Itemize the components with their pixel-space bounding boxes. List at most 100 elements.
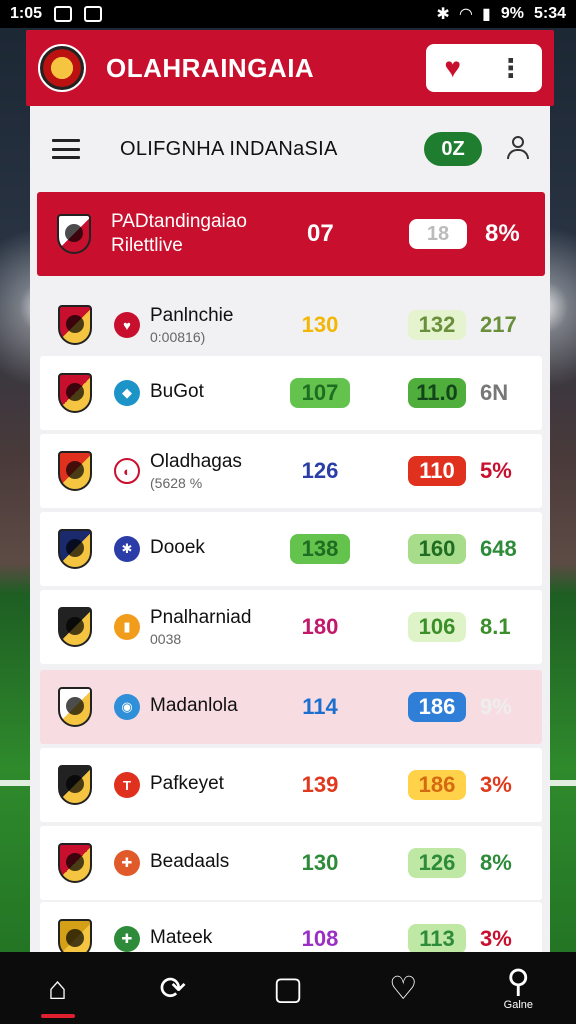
stat-value-2: 160 [408,534,466,564]
stat-value-2: 186 [408,692,466,722]
table-row[interactable]: ◆ BuGot 107 11.0 6N [40,356,542,430]
status-clock-right: 5:34 [533,5,566,22]
team-crest-icon [58,843,92,883]
stat-value-3: 9% [480,694,512,719]
featured-value-3: 8% [485,220,520,247]
nav-item-profile[interactable]: ⚲ Galne [478,952,558,1024]
table-row[interactable]: ✚ Beadaals 130 126 8% [40,826,542,900]
team-crest-icon [58,305,92,345]
bottom-navigation: ⌂ ⟳ ▢ ♡ ⚲ Galne [0,952,576,1024]
stat-value-2: 106 [408,612,466,642]
gallery-icon [84,6,103,22]
toolbar: OLIFGNHA INDANaSIA 0Z [30,106,550,192]
team-badge-icon: ✱ [114,536,140,562]
stat-value-1: 138 [290,534,350,564]
team-badge-icon: ✚ [114,850,140,876]
team-crest-icon [58,451,92,491]
team-crest-icon [58,607,92,647]
table-row[interactable]: ✱ Dooek 138 160 648 [40,512,542,586]
team-badge-icon: ♥ [114,312,140,338]
team-name: Mateek [150,927,213,948]
nav-item-heart[interactable]: ♡ [363,952,443,1024]
team-crest-icon [58,765,92,805]
battery-level: 9% [500,5,524,22]
table-row[interactable]: ✚ Mateek 108 113 3% [40,902,542,952]
table-row[interactable]: ▮ Pnalharniad 0038 180 106 8.1 [40,590,542,664]
team-crest-icon [58,373,92,413]
favorite-heart-icon[interactable]: ♥ [444,54,461,82]
team-crest-icon [58,919,92,952]
stat-value-1: 108 [301,926,339,951]
stat-value-3: 3% [480,772,512,797]
team-name: Madanlola [150,695,238,716]
stat-value-1: 139 [301,772,339,797]
team-crest-icon [58,687,92,727]
team-subtitle: (5628 % [150,475,203,491]
team-badge-icon: ▮ [114,614,140,640]
stat-value-3: 6N [480,380,509,405]
team-badge-icon: ◉ [114,694,140,720]
nav-label: Galne [503,999,534,1011]
bluetooth-icon: ✱ [436,6,450,23]
stat-value-3: 8% [480,850,512,875]
team-name: Dooek [150,537,205,558]
stat-value-2: 186 [408,770,466,800]
featured-value-2: 18 [409,219,467,249]
signal-icon: ▮ [482,6,491,23]
count-badge: 0Z [424,132,482,166]
featured-match-row[interactable]: PADtandingaiao Rilettlive 07 18 8% [37,192,545,276]
status-time: 1:05 [10,5,43,22]
stat-value-1: 180 [301,614,339,639]
stat-value-1: 114 [302,694,338,719]
app-header: OLAHRAINGAIA ♥ ⋮ [26,30,554,106]
nav-item-refresh[interactable]: ⟳ [133,952,213,1024]
status-bar: 1:05 ✱ ◠ ▮ 9% 5:34 [0,0,576,28]
more-options-icon[interactable]: ⋮ [498,55,524,81]
table-row[interactable]: T Pafkeyet 139 186 3% [40,748,542,822]
nav-item-home[interactable]: ⌂ [18,952,98,1024]
stat-value-3: 217 [480,312,517,337]
team-subtitle: 0:00816) [150,329,206,345]
team-name: Beadaals [150,851,230,872]
table-row[interactable]: ♥ Panlnchie 0:00816) 130 132 217 [40,288,542,362]
stat-value-2: 11.0 [408,378,466,408]
home-icon: ⌂ [47,970,68,1006]
featured-value-1: 07 [307,220,334,247]
table-row[interactable]: ◐ Oladhagas (5628 % 126 110 5% [40,434,542,508]
team-name: Pafkeyet [150,773,224,794]
team-name: BuGot [150,381,204,402]
team-badge-icon: ◆ [114,380,140,406]
team-badge-icon: ✚ [114,926,140,952]
stat-value-3: 3% [480,926,512,951]
stat-value-3: 8.1 [480,614,511,639]
table-row[interactable]: ◉ Madanlola 114 186 9% [40,670,542,744]
team-subtitle: 0038 [150,631,182,647]
standings-card: OLIFGNHA INDANaSIA 0Z PADtandingaiao Ril… [30,106,550,952]
featured-team-crest [57,214,91,254]
nav-item-square[interactable]: ▢ [248,952,328,1024]
stat-value-1: 126 [301,458,339,483]
featured-subtitle: Rilettlive [111,235,183,256]
team-crest-icon [58,529,92,569]
stat-value-1: 130 [301,850,339,875]
team-badge-icon: ◐ [114,458,140,484]
toolbar-title: OLIFGNHA INDANaSIA [120,137,338,160]
user-icon[interactable] [506,136,530,162]
stat-value-1: 130 [301,312,339,337]
profile-icon: ⚲ [506,963,531,999]
app-logo [38,44,86,92]
team-name: Panlnchie [150,305,234,326]
team-badge-icon: T [114,772,140,798]
heart-icon: ♡ [388,970,418,1006]
team-name: Pnalharniad [150,607,252,628]
stat-value-2: 110 [408,456,466,486]
hamburger-menu-icon[interactable] [52,139,80,159]
square-icon: ▢ [272,970,304,1006]
team-name: Oladhagas [150,451,242,472]
stat-value-2: 132 [408,310,466,340]
stat-value-2: 126 [408,848,466,878]
wifi-icon: ◠ [459,6,473,23]
app-title: OLAHRAINGAIA [106,52,315,83]
stat-value-2: 113 [408,924,466,952]
stat-value-3: 648 [480,536,517,561]
